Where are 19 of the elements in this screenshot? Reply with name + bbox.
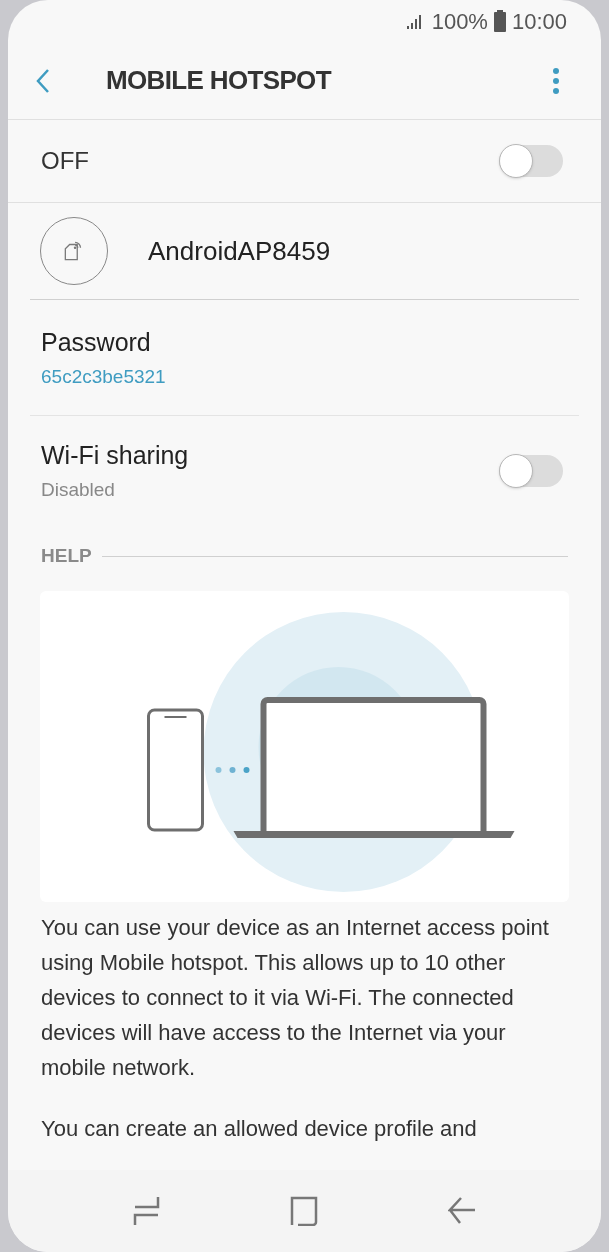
password-value: 65c2c3be5321 — [41, 365, 167, 389]
back-icon[interactable] — [448, 1196, 477, 1226]
password-label: Password — [41, 326, 152, 358]
network-name: AndroidAP8459 — [148, 234, 331, 268]
wifi-sharing-label: Wi-Fi sharing — [41, 439, 189, 471]
help-paragraph: You can use your device as an Internet access point using Mobile hotspot. This allows up to 10 other devices to connect to it via Wi-Fi. The connected devices will have access to the Internet via your mobile network. — [41, 914, 550, 1082]
battery-percent: 100% — [431, 7, 488, 36]
battery-icon — [493, 10, 506, 32]
hotspot-state-label: OFF — [41, 146, 89, 176]
recent-apps-icon[interactable] — [132, 1196, 161, 1226]
wifi-sharing-status: Disabled — [41, 478, 116, 502]
help-heading: HELP — [41, 543, 92, 568]
toggle-switch[interactable] — [499, 454, 563, 487]
page-title: MOBILE HOTSPOT — [106, 64, 331, 97]
password-item[interactable]: Password 65c2c3be5321 — [30, 300, 579, 416]
home-icon[interactable] — [290, 1196, 319, 1226]
help-paragraph: You can create an allowed device profile and — [41, 1115, 478, 1143]
toggle-switch[interactable] — [499, 145, 563, 177]
clock: 10:00 — [511, 7, 567, 36]
